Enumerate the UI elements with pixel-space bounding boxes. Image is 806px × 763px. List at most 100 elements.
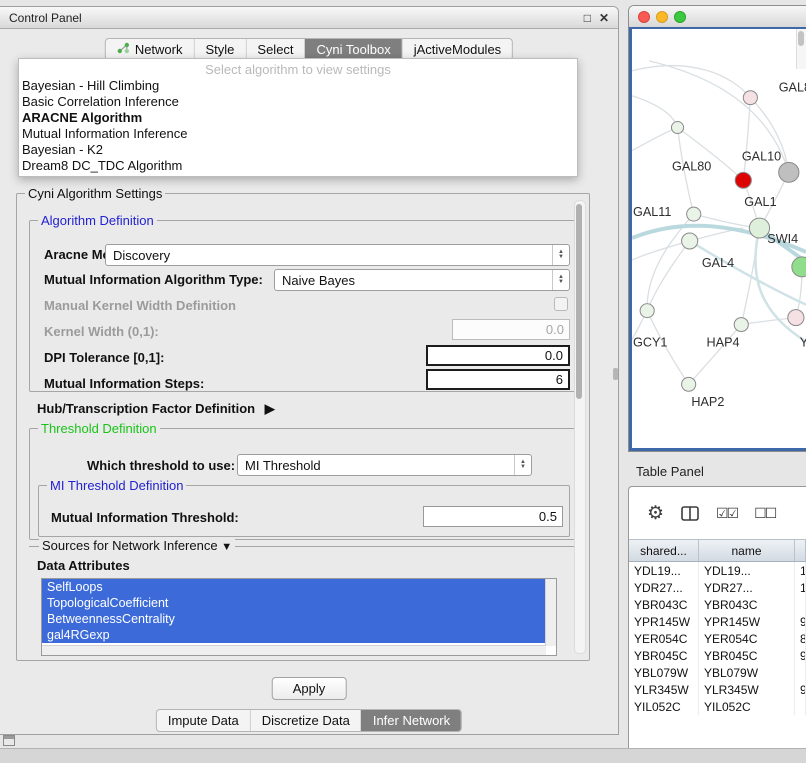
network-node[interactable] bbox=[734, 318, 748, 332]
table-row[interactable]: YBR043C YBR043C bbox=[629, 596, 806, 613]
cell[interactable]: YLR345W bbox=[699, 681, 795, 698]
cell[interactable]: YER054C bbox=[699, 630, 795, 647]
cell[interactable]: YDL19... bbox=[629, 562, 699, 579]
traffic-light-close-button[interactable] bbox=[638, 11, 650, 23]
apply-button[interactable]: Apply bbox=[272, 677, 347, 700]
dropdown-item[interactable]: Basic Correlation Inference bbox=[19, 94, 577, 110]
minimized-panel-icon[interactable] bbox=[3, 735, 15, 746]
dropdown-item-selected[interactable]: ARACNE Algorithm bbox=[19, 110, 577, 126]
cell[interactable]: YBR045C bbox=[699, 647, 795, 664]
network-node[interactable] bbox=[682, 233, 698, 249]
network-canvas[interactable]: GAL8 GAL80 GAL10 GAL11 GAL1 SWI4 GAL4 GC… bbox=[629, 27, 806, 451]
columns-icon[interactable] bbox=[681, 506, 699, 521]
aracne-mode-select[interactable]: Discovery ▲▼ bbox=[105, 244, 570, 266]
column-header-cut[interactable] bbox=[795, 540, 806, 561]
network-node[interactable] bbox=[671, 122, 683, 134]
table-row[interactable]: YDL19... YDL19... 13 bbox=[629, 562, 806, 579]
network-node[interactable] bbox=[682, 377, 696, 391]
list-horizontal-scrollbar[interactable] bbox=[42, 645, 546, 655]
cell[interactable] bbox=[795, 596, 806, 613]
cell[interactable]: YBL079W bbox=[699, 664, 795, 681]
column-header-shared-name[interactable]: shared... bbox=[629, 540, 699, 561]
cell[interactable]: 13 bbox=[795, 562, 806, 579]
network-edge[interactable] bbox=[632, 128, 678, 151]
cell[interactable]: YDR27... bbox=[699, 579, 795, 596]
network-node[interactable] bbox=[687, 207, 701, 221]
cell[interactable]: 8. bbox=[795, 630, 806, 647]
tab-select[interactable]: Select bbox=[245, 39, 304, 60]
cell[interactable]: YBR043C bbox=[699, 596, 795, 613]
cell[interactable]: YDL19... bbox=[699, 562, 795, 579]
cell[interactable]: 9. bbox=[795, 613, 806, 630]
cell[interactable]: 12 bbox=[795, 579, 806, 596]
cell[interactable]: 9. bbox=[795, 681, 806, 698]
table-row[interactable]: YBR045C YBR045C 9. bbox=[629, 647, 806, 664]
cell[interactable]: YBR045C bbox=[629, 647, 699, 664]
list-item[interactable]: BetweennessCentrality bbox=[42, 611, 547, 627]
network-node[interactable] bbox=[743, 91, 757, 105]
close-window-icon[interactable]: ✕ bbox=[599, 11, 609, 25]
cell[interactable]: YPR145W bbox=[629, 613, 699, 630]
dpi-tolerance-field[interactable]: 0.0 bbox=[426, 345, 570, 366]
column-header-name[interactable]: name bbox=[699, 540, 795, 561]
network-node-red[interactable] bbox=[735, 172, 751, 188]
mi-algorithm-type-select[interactable]: Naive Bayes ▲▼ bbox=[274, 269, 570, 291]
cell[interactable]: YIL052C bbox=[699, 698, 795, 715]
manual-kernel-checkbox[interactable] bbox=[554, 297, 568, 311]
cell[interactable]: YDR27... bbox=[629, 579, 699, 596]
tab-discretize-data[interactable]: Discretize Data bbox=[250, 710, 361, 731]
network-node[interactable] bbox=[640, 304, 654, 318]
network-edge[interactable] bbox=[632, 96, 678, 128]
list-item[interactable]: gal4RGexp bbox=[42, 627, 547, 643]
tab-cyni-toolbox[interactable]: Cyni Toolbox bbox=[305, 39, 402, 60]
dropdown-item[interactable]: Mutual Information Inference bbox=[19, 126, 577, 142]
list-vertical-scrollbar[interactable] bbox=[545, 579, 556, 646]
network-edge[interactable] bbox=[632, 241, 690, 260]
mi-threshold-field[interactable]: 0.5 bbox=[423, 506, 563, 527]
mi-steps-field[interactable]: 6 bbox=[426, 369, 570, 390]
dropdown-item[interactable]: Bayesian - K2 bbox=[19, 142, 577, 158]
table-row[interactable]: YLR345W YLR345W 9. bbox=[629, 681, 806, 698]
scrollbar-thumb[interactable] bbox=[576, 204, 582, 399]
cell[interactable]: 9. bbox=[795, 647, 806, 664]
traffic-light-minimize-button[interactable] bbox=[656, 11, 668, 23]
sources-section-toggle[interactable]: Sources for Network Inference ▼ bbox=[39, 538, 235, 553]
tab-impute-data[interactable]: Impute Data bbox=[157, 710, 250, 731]
network-node-green[interactable] bbox=[792, 257, 806, 277]
cell[interactable]: YLR345W bbox=[629, 681, 699, 698]
cell[interactable]: YIL052C bbox=[629, 698, 699, 715]
cell[interactable] bbox=[795, 664, 806, 681]
table-row[interactable]: YER054C YER054C 8. bbox=[629, 630, 806, 647]
dropdown-item[interactable]: Dream8 DC_TDC Algorithm bbox=[19, 158, 577, 174]
table-row[interactable]: YBL079W YBL079W bbox=[629, 664, 806, 681]
canvas-vertical-scrollbar[interactable] bbox=[796, 29, 806, 69]
deselect-all-checkboxes-icon[interactable]: ☐☐ bbox=[754, 505, 775, 522]
float-window-icon[interactable]: □ bbox=[584, 11, 591, 25]
gear-icon[interactable]: ⚙ bbox=[647, 504, 664, 523]
list-item[interactable]: TopologicalCoefficient bbox=[42, 595, 547, 611]
table-row[interactable]: YPR145W YPR145W 9. bbox=[629, 613, 806, 630]
traffic-light-zoom-button[interactable] bbox=[674, 11, 686, 23]
which-threshold-select[interactable]: MI Threshold ▲▼ bbox=[237, 454, 532, 476]
tab-style[interactable]: Style bbox=[194, 39, 246, 60]
network-edge[interactable] bbox=[689, 325, 742, 385]
kernel-width-field[interactable]: 0.0 bbox=[452, 319, 570, 340]
list-item[interactable]: SelfLoops bbox=[42, 579, 547, 595]
tab-network[interactable]: Network bbox=[106, 39, 194, 60]
table-row[interactable]: YIL052C YIL052C bbox=[629, 698, 806, 715]
cell[interactable]: YBR043C bbox=[629, 596, 699, 613]
cell[interactable]: YER054C bbox=[629, 630, 699, 647]
cell[interactable] bbox=[795, 698, 806, 715]
network-node[interactable] bbox=[779, 162, 799, 182]
tab-jactivemodules[interactable]: jActiveModules bbox=[402, 39, 512, 60]
scrollbar-thumb[interactable] bbox=[798, 31, 804, 46]
select-all-checkboxes-icon[interactable]: ☑☑ bbox=[716, 505, 737, 522]
cell[interactable]: YPR145W bbox=[699, 613, 795, 630]
table-row[interactable]: YDR27... YDR27... 12 bbox=[629, 579, 806, 596]
tab-infer-network[interactable]: Infer Network bbox=[361, 710, 461, 731]
hub-section-toggle[interactable]: Hub/Transcription Factor Definition ▶ bbox=[37, 401, 275, 417]
dropdown-item[interactable]: Bayesian - Hill Climbing bbox=[19, 78, 577, 94]
network-node[interactable] bbox=[788, 310, 804, 326]
panel-splitter-handle[interactable] bbox=[613, 368, 618, 380]
cell[interactable]: YBL079W bbox=[629, 664, 699, 681]
